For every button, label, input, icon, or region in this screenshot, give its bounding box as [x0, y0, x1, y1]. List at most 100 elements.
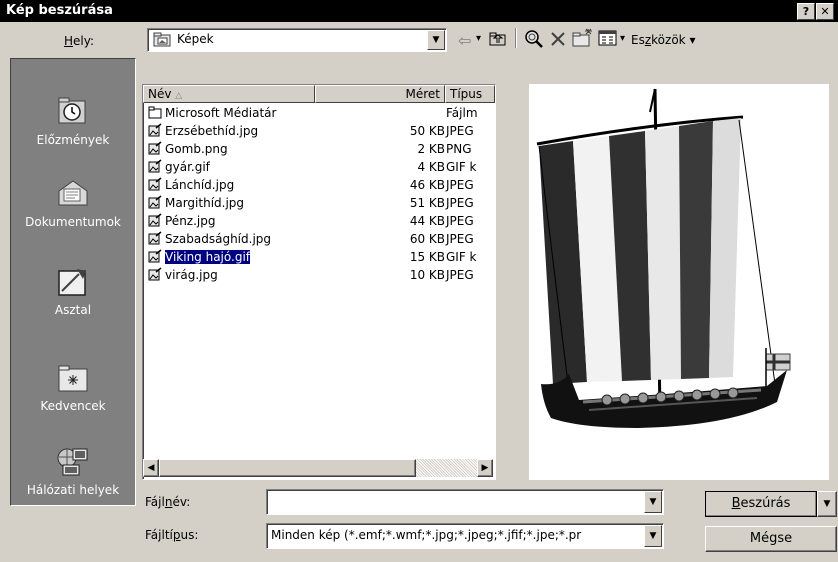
place-desktop[interactable]: Asztal — [11, 265, 135, 317]
up-one-level-icon[interactable] — [488, 30, 508, 48]
file-name-text: Pénz.jpg — [165, 214, 216, 228]
file-row[interactable]: Microsoft Médiatár Fájlm — [143, 104, 495, 122]
image-file-icon — [148, 231, 162, 245]
tools-menu-button[interactable]: Eszközök ▾ — [631, 33, 695, 47]
location-label: Hely: — [64, 34, 95, 48]
back-dropdown[interactable]: ▾ — [476, 33, 481, 44]
place-label: Előzmények — [36, 133, 110, 147]
search-web-icon[interactable] — [524, 29, 544, 49]
file-type: Fájlm — [446, 106, 478, 120]
place-favorites[interactable]: Kedvencek — [11, 361, 135, 413]
toolbar-separator — [515, 28, 517, 48]
column-header-size[interactable]: Méret — [315, 85, 445, 103]
image-file-icon — [148, 141, 162, 155]
file-row[interactable]: Pénz.jpg 44 KB JPEG — [143, 212, 495, 230]
viking-ship-preview-image — [536, 88, 791, 428]
file-row[interactable]: Margithíd.jpg 51 KB JPEG — [143, 194, 495, 212]
file-type: JPEG — [446, 124, 474, 138]
places-bar: Előzmények Dokumentumok Asztal Kedvencek — [10, 58, 136, 506]
image-file-icon — [148, 177, 162, 191]
new-folder-icon[interactable] — [572, 28, 594, 48]
file-type: JPEG — [446, 214, 474, 228]
desktop-icon — [58, 269, 86, 296]
file-name-text: Erzsébethíd.jpg — [165, 124, 259, 138]
file-name-text: Szabadsághíd.jpg — [165, 232, 272, 246]
back-arrow-icon: ⇦ — [458, 31, 472, 50]
file-name: Viking hajó.gif — [148, 248, 252, 266]
file-row[interactable]: Lánchíd.jpg 46 KB JPEG — [143, 176, 495, 194]
scroll-left-button[interactable]: ◀ — [143, 459, 159, 477]
file-size: 51 KB — [409, 196, 445, 210]
scrollbar-thumb[interactable] — [159, 459, 416, 477]
window-title: Kép beszúrása — [6, 3, 113, 18]
views-icon[interactable] — [598, 30, 618, 47]
filename-label: Fájlnév: — [145, 495, 191, 509]
network-places-icon — [57, 448, 88, 476]
insert-options-button[interactable]: ▼ — [817, 491, 837, 517]
image-file-icon — [148, 249, 162, 263]
file-row[interactable]: Viking hajó.gif 15 KB GIF k — [143, 248, 495, 266]
place-documents[interactable]: Dokumentumok — [11, 177, 135, 229]
filename-combo[interactable]: ▼ — [266, 489, 664, 515]
file-row[interactable]: virág.jpg 10 KB JPEG — [143, 266, 495, 284]
chevron-down-icon: ▾ — [620, 33, 626, 44]
file-type: PNG — [446, 142, 472, 156]
horizontal-scrollbar[interactable]: ◀ ▶ — [143, 459, 493, 477]
place-history[interactable]: Előzmények — [11, 95, 135, 147]
image-preview — [529, 84, 829, 480]
file-size: 60 KB — [409, 232, 445, 246]
file-name-text: Gomb.png — [165, 142, 228, 156]
filetype-label: Fájltípus: — [145, 528, 199, 542]
sort-ascending-icon: △ — [175, 91, 183, 101]
file-name: gyár.gif — [148, 158, 210, 176]
close-icon: ✕ — [820, 5, 830, 18]
location-dropdown-button[interactable]: ▼ — [427, 30, 445, 50]
file-size: 50 KB — [409, 124, 445, 138]
file-name-text: Viking hajó.gif — [163, 249, 252, 265]
file-row[interactable]: Erzsébethíd.jpg 50 KB JPEG — [143, 122, 495, 140]
file-type: GIF k — [446, 160, 477, 174]
insert-button[interactable]: Beszúrás — [705, 491, 817, 517]
file-name: virág.jpg — [148, 266, 218, 284]
file-type: JPEG — [446, 196, 474, 210]
file-name-text: Lánchíd.jpg — [165, 178, 235, 192]
file-size: 15 KB — [409, 250, 445, 264]
file-name-text: gyár.gif — [165, 160, 210, 174]
filetype-dropdown-button[interactable]: ▼ — [644, 525, 662, 547]
file-row[interactable]: Szabadsághíd.jpg 60 KB JPEG — [143, 230, 495, 248]
image-file-icon — [148, 267, 162, 281]
filetype-combo[interactable]: Minden kép (*.emf;*.wmf;*.jpg;*.jpeg;*.j… — [266, 523, 664, 549]
file-name: Microsoft Médiatár — [148, 104, 276, 122]
filename-input[interactable] — [270, 492, 638, 510]
place-label: Kedvencek — [40, 399, 106, 413]
scroll-right-button[interactable]: ▶ — [477, 459, 493, 477]
file-size: 2 KB — [417, 142, 445, 156]
file-row[interactable]: Gomb.png 2 KB PNG — [143, 140, 495, 158]
help-button[interactable]: ? — [797, 3, 815, 20]
file-name: Erzsébethíd.jpg — [148, 122, 258, 140]
close-button[interactable]: ✕ — [816, 3, 834, 20]
image-file-icon — [148, 195, 162, 209]
file-type: JPEG — [446, 268, 474, 282]
file-row[interactable]: gyár.gif 4 KB GIF k — [143, 158, 495, 176]
file-size: 4 KB — [417, 160, 445, 174]
history-icon — [58, 97, 86, 124]
cancel-button[interactable]: Mégse — [705, 526, 837, 552]
filename-dropdown-button[interactable]: ▼ — [644, 491, 662, 513]
file-name-text: Microsoft Médiatár — [165, 106, 277, 120]
views-dropdown[interactable]: ▾ — [620, 33, 625, 44]
file-list[interactable]: Név △ Méret Típus Microsoft Médiatár Fájl… — [142, 84, 496, 480]
chevron-down-icon: ▾ — [689, 33, 696, 47]
column-header-type[interactable]: Típus — [445, 85, 495, 103]
chevron-down-icon: ▼ — [649, 497, 657, 507]
location-combo[interactable]: Képek ▼ — [147, 28, 447, 52]
place-label: Asztal — [54, 303, 92, 317]
back-button[interactable]: ⇦ — [458, 31, 471, 50]
chevron-right-icon: ▶ — [481, 463, 489, 473]
file-type: JPEG — [446, 232, 474, 246]
delete-icon[interactable] — [549, 30, 567, 48]
column-header-name[interactable]: Név △ — [143, 85, 315, 103]
file-name: Pénz.jpg — [148, 212, 215, 230]
folder-icon — [148, 106, 162, 119]
place-network[interactable]: Hálózati helyek — [11, 445, 135, 497]
